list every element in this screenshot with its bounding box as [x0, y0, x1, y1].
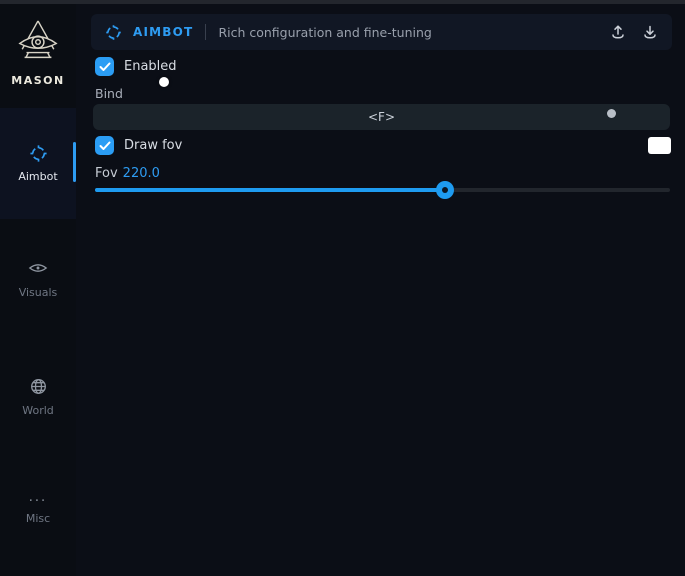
sidebar: MASON Aimbot Visuals World	[0, 4, 76, 576]
ellipsis-icon: ···	[0, 496, 76, 508]
page-subtitle: Rich configuration and fine-tuning	[218, 25, 610, 40]
page-header: AIMBOT Rich configuration and fine-tunin…	[91, 14, 672, 50]
upload-icon[interactable]	[610, 24, 626, 40]
sidebar-item-label: Misc	[0, 512, 76, 525]
fov-color-swatch[interactable]	[648, 137, 671, 154]
crosshair-icon	[105, 24, 122, 41]
bind-label: Bind	[95, 86, 123, 101]
sidebar-item-aimbot[interactable]: Aimbot	[0, 108, 76, 219]
header-divider	[205, 24, 206, 40]
page-title: AIMBOT	[133, 25, 193, 39]
main-panel: AIMBOT Rich configuration and fine-tunin…	[76, 4, 685, 576]
fov-slider-fill	[95, 188, 445, 192]
eye-icon	[28, 260, 48, 278]
draw-fov-label: Draw fov	[124, 138, 182, 153]
globe-icon	[30, 378, 47, 396]
fov-label: Fov	[95, 166, 118, 181]
fov-slider[interactable]	[95, 188, 670, 192]
enabled-checkbox-row[interactable]: Enabled	[95, 57, 177, 76]
draw-fov-checkbox-row[interactable]: Draw fov	[95, 136, 182, 155]
logo-text: MASON	[0, 74, 76, 87]
mouse-cursor-dot	[159, 77, 169, 87]
sidebar-item-label: Visuals	[0, 286, 76, 299]
sidebar-item-label: Aimbot	[0, 170, 76, 183]
mason-eye-pyramid-icon	[15, 18, 61, 68]
sidebar-item-world[interactable]: World	[0, 378, 76, 424]
fov-label-row: Fov 220.0	[95, 166, 160, 181]
enabled-checkbox[interactable]	[95, 57, 114, 76]
crosshair-icon	[29, 144, 48, 162]
fov-value: 220.0	[123, 166, 160, 181]
download-icon[interactable]	[642, 24, 658, 40]
draw-fov-checkbox[interactable]	[95, 136, 114, 155]
sidebar-item-label: World	[0, 404, 76, 417]
sidebar-item-misc[interactable]: ··· Misc	[0, 496, 76, 542]
sidebar-item-visuals[interactable]: Visuals	[0, 260, 76, 306]
bind-value: <F>	[368, 110, 395, 124]
enabled-label: Enabled	[124, 59, 177, 74]
app-logo: MASON	[0, 18, 76, 87]
bind-indicator-dot	[607, 109, 616, 118]
fov-slider-handle[interactable]	[436, 181, 454, 199]
bind-keybind-input[interactable]: <F>	[93, 104, 670, 130]
